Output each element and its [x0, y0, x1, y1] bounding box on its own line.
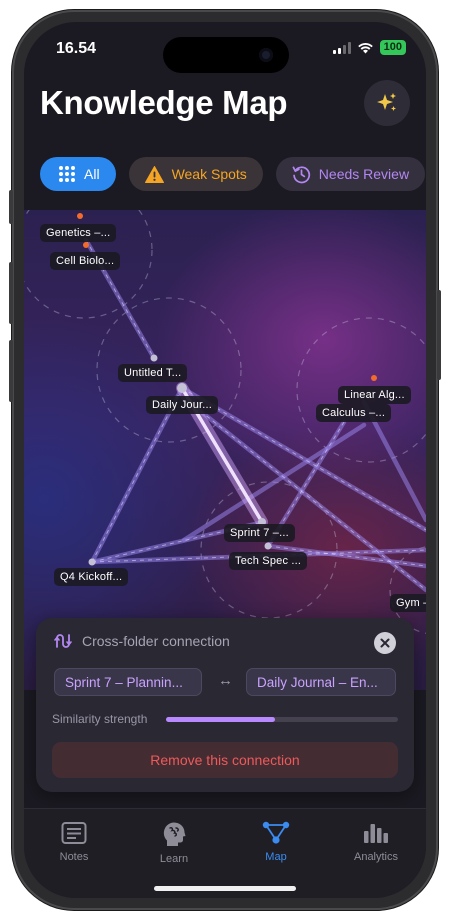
map-node-cell-biology[interactable]: Cell Biolo... [50, 252, 121, 270]
battery-indicator: 100 [379, 40, 406, 55]
similarity-label: Similarity strength [52, 712, 148, 726]
map-node-q4-kickoff[interactable]: Q4 Kickoff... [54, 568, 129, 586]
tab-label: Analytics [353, 851, 399, 863]
map-node-dot [88, 558, 96, 566]
filter-chip-all[interactable]: All [40, 157, 116, 191]
similarity-bar-fill [166, 717, 276, 722]
tab-map[interactable]: Map [236, 821, 316, 863]
map-node-daily-journal[interactable]: Daily Jour... [146, 396, 219, 414]
tab-learn[interactable]: Learn [134, 821, 214, 865]
map-node-calculus[interactable]: Calculus –... [316, 404, 392, 422]
source-note-pill[interactable]: Sprint 7 – Plannin... [54, 668, 202, 696]
graph-icon [262, 821, 290, 844]
similarity-bar [166, 717, 398, 722]
camera-icon [259, 48, 273, 62]
tab-notes[interactable]: Notes [34, 821, 114, 863]
map-node-dot [150, 354, 158, 362]
map-node-tech-spec[interactable]: Tech Spec ... [229, 552, 308, 570]
tab-bar: Notes Learn Map Analytics [24, 808, 426, 898]
home-indicator [154, 886, 296, 891]
wifi-icon [357, 42, 373, 53]
action-button [9, 190, 13, 224]
remove-connection-button[interactable]: Remove this connection [52, 742, 398, 778]
swap-arrow-icon: ↔ [218, 672, 233, 689]
close-icon [380, 638, 390, 648]
tab-label: Learn [159, 853, 189, 865]
map-node-gym[interactable]: Gym – [390, 594, 426, 612]
connection-card-header: Cross-folder connection [54, 632, 230, 650]
power-button [437, 290, 441, 380]
notes-icon [61, 822, 87, 844]
filter-chip-needs-review[interactable]: Needs Review [275, 157, 426, 191]
map-node-sprint-7[interactable]: Sprint 7 –... [224, 524, 295, 542]
tab-analytics[interactable]: Analytics [336, 821, 416, 863]
bar-chart-icon [364, 824, 388, 843]
connection-icon [54, 634, 72, 648]
weak-node-dot [83, 242, 89, 248]
map-node-dot [264, 542, 272, 550]
warning-icon [144, 165, 164, 183]
map-node-untitled[interactable]: Untitled T... [118, 364, 188, 382]
volume-down-button [9, 340, 13, 402]
filter-chips: All Weak Spots Needs Review [40, 157, 426, 191]
page-title: Knowledge Map [40, 84, 288, 121]
history-icon [292, 165, 310, 183]
sparkles-icon [377, 93, 396, 111]
connection-card: Cross-folder connection Sprint 7 – Plann… [36, 618, 414, 792]
map-node-dot [177, 383, 187, 393]
volume-up-button [9, 262, 13, 324]
tab-label: Notes [59, 851, 89, 863]
filter-chip-weak-spots[interactable]: Weak Spots [128, 157, 263, 191]
status-time: 16.54 [56, 40, 97, 57]
cellular-signal-icon [332, 41, 351, 54]
weak-node-dot [371, 375, 377, 381]
connection-card-title: Cross-folder connection [82, 633, 230, 649]
map-node-genetics[interactable]: Genetics –... [40, 224, 117, 242]
filter-chip-label: Needs Review [318, 166, 410, 182]
status-icons: 100 [332, 40, 406, 55]
map-node-linear-algebra[interactable]: Linear Alg... [338, 386, 411, 404]
ai-sparkle-button[interactable] [364, 80, 410, 126]
dynamic-island [163, 37, 289, 73]
brain-icon [163, 822, 186, 846]
target-note-pill[interactable]: Daily Journal – En... [246, 668, 396, 696]
tab-label: Map [265, 851, 287, 863]
grid-icon [59, 166, 75, 182]
filter-chip-label: Weak Spots [171, 166, 247, 182]
weak-node-dot [77, 213, 83, 219]
filter-chip-label: All [84, 166, 100, 182]
app-screen: 16.54 100 Knowledge Map All Weak Spots N… [24, 22, 426, 898]
close-card-button[interactable] [374, 632, 396, 654]
